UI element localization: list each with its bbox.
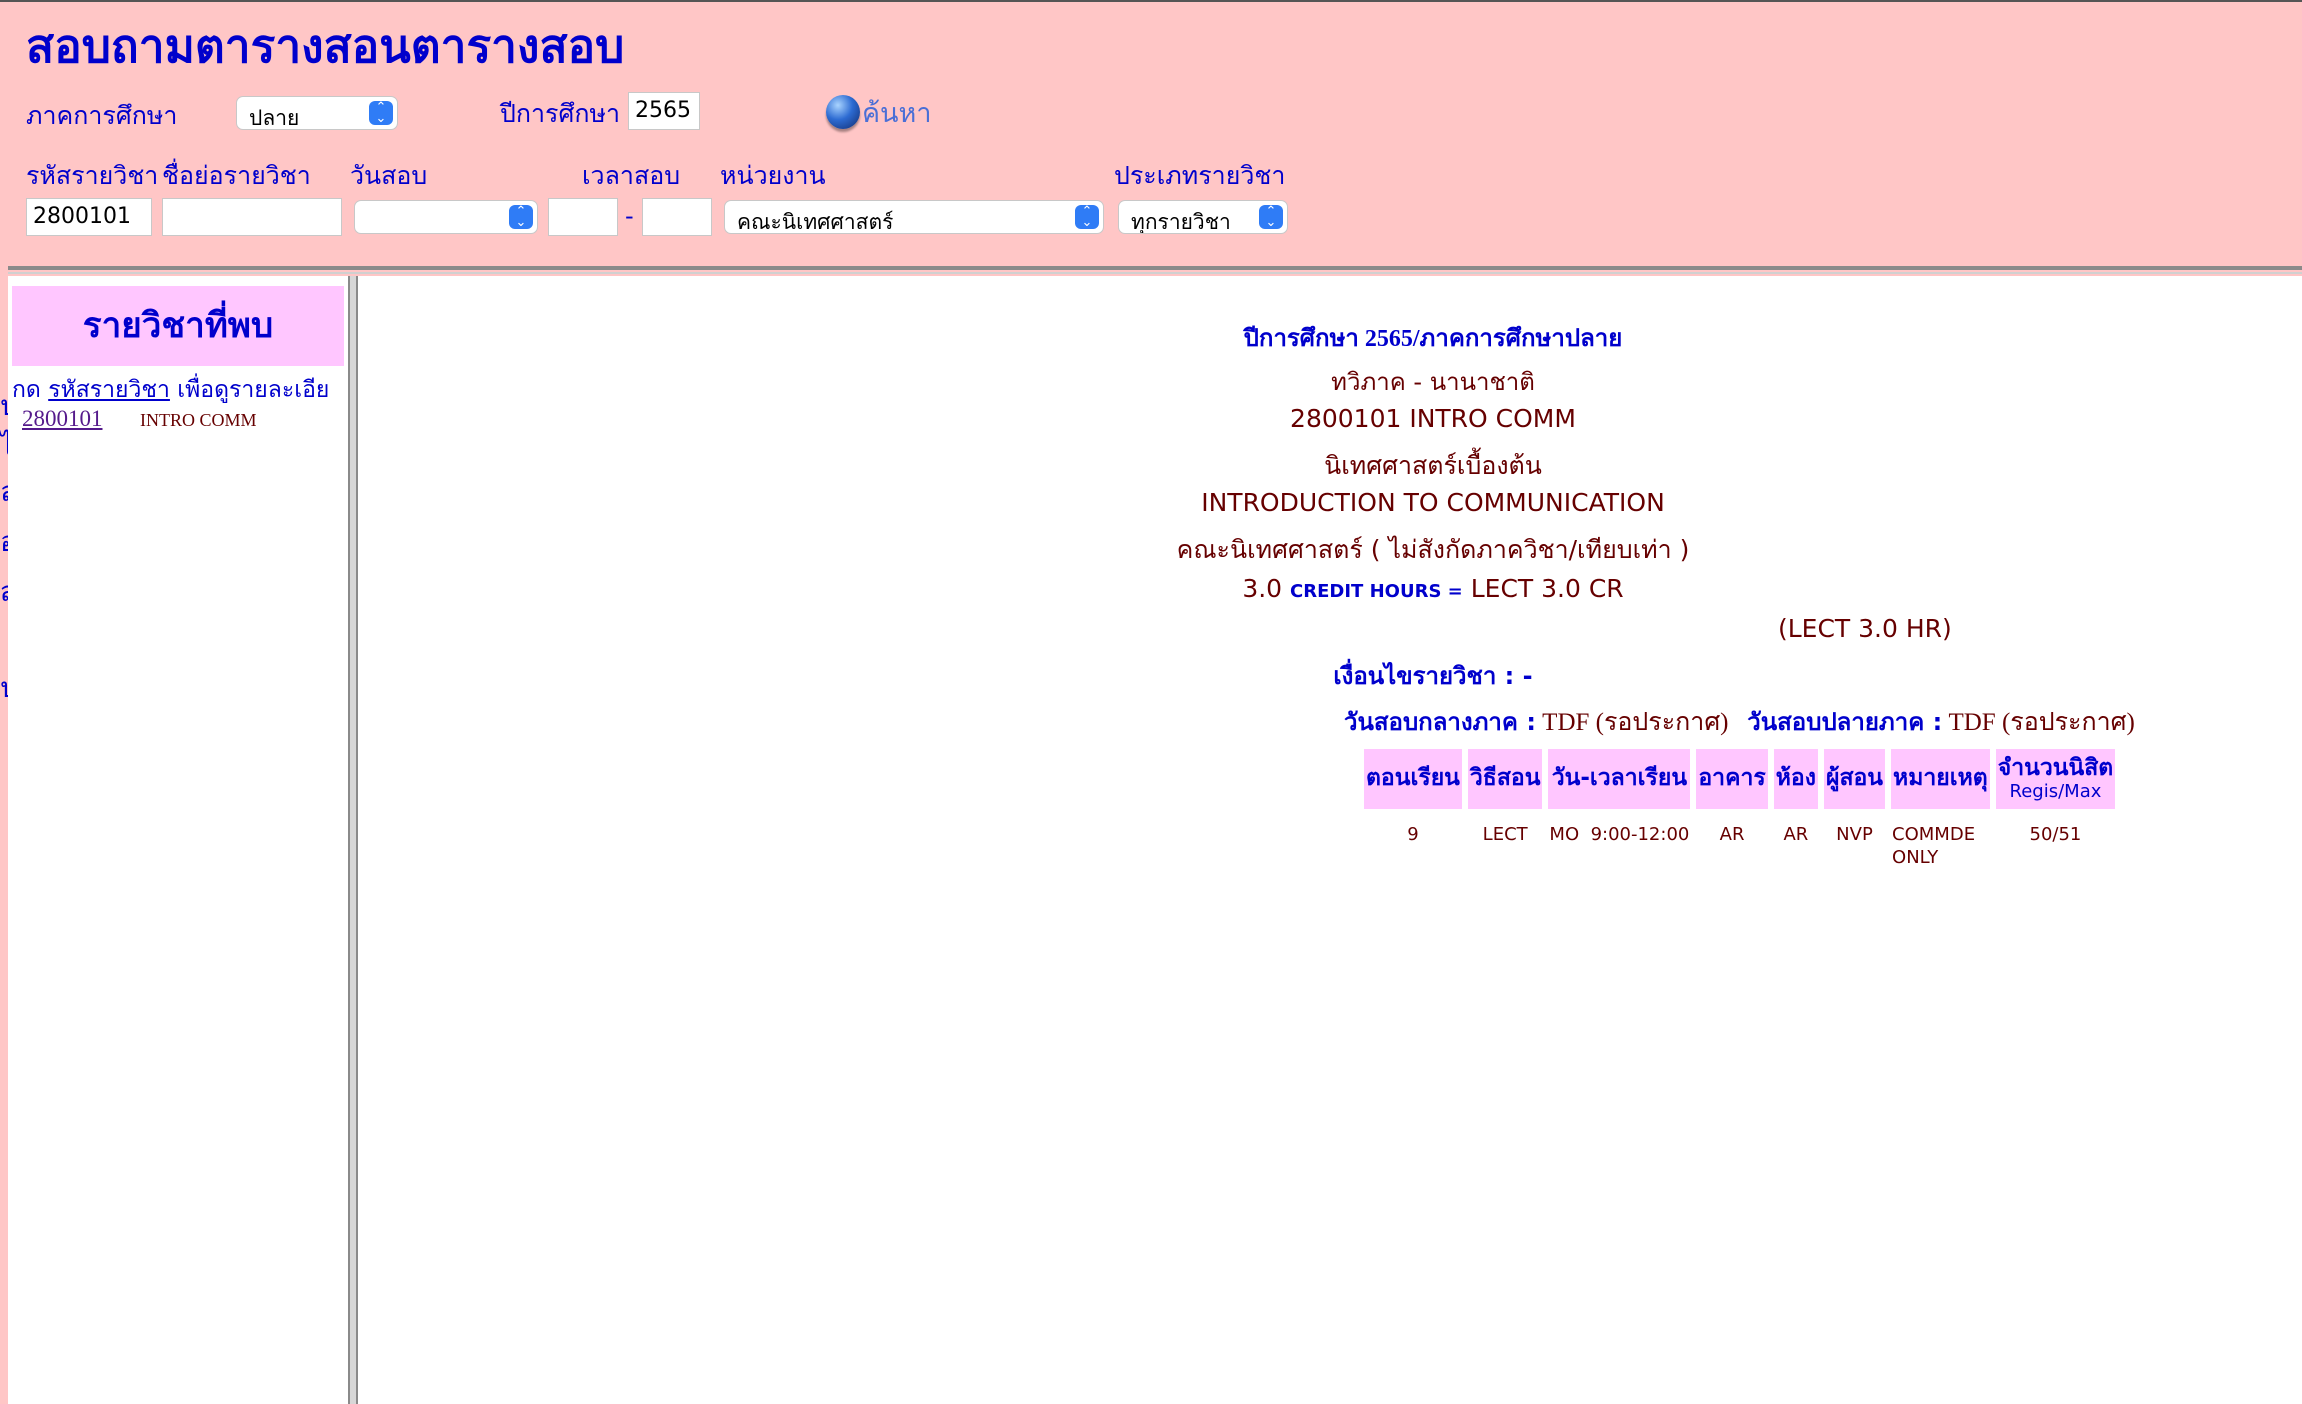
select-chevron-icon: ⌃ ⌄ xyxy=(1259,205,1283,229)
cell-note: COMMDE ONLY xyxy=(1892,824,1976,869)
semester-select[interactable]: ปลาย ⌃ ⌄ xyxy=(236,96,398,130)
credit-line: 3.0 CREDIT HOURS = LECT 3.0 CR xyxy=(900,574,1966,603)
frame-divider-shadow xyxy=(8,272,2302,274)
credit-hours-label: CREDIT HOURS = xyxy=(1290,581,1463,602)
program-type: ทวิภาค - นานาชาติ xyxy=(1331,368,1535,396)
frame-divider-horizontal[interactable] xyxy=(8,266,2302,270)
course-faculty: คณะนิเทศศาสตร์ ( ไม่สังกัดภาควิชา/เทียบเ… xyxy=(1176,535,1690,564)
results-frame: รายวิชาที่พบ กด รหัสรายวิชา เพื่อดูรายละ… xyxy=(8,276,348,1404)
table-row: 9 LECT MO 9:00-12:00 AR AR NVP COMMDE ON… xyxy=(1364,809,2115,871)
results-header: รายวิชาที่พบ xyxy=(12,286,344,366)
department-select-value: คณะนิเทศศาสตร์ xyxy=(737,210,894,234)
hour-detail: (LECT 3.0 HR) xyxy=(1778,614,1952,643)
clipped-link-glyph: ล xyxy=(0,470,8,514)
course-code-abbr: 2800101 INTRO COMM xyxy=(1290,404,1576,433)
final-label: วันสอบปลายภาค : xyxy=(1747,708,1943,736)
course-name-th: นิเทศศาสตร์เบื้องต้น xyxy=(1324,451,1542,480)
clipped-link-glyph: ส xyxy=(0,570,8,614)
result-course-abbr: INTRO COMM xyxy=(140,410,257,430)
cell-room: AR xyxy=(1783,824,1809,845)
credit-value: 3.0 xyxy=(1242,574,1283,603)
department-select[interactable]: คณะนิเทศศาสตร์ ⌃ ⌄ xyxy=(724,200,1104,234)
hidden-frame-strip: ป ไ ล อ ส ป xyxy=(0,274,8,1404)
col-day-time: วัน-เวลาเรียน xyxy=(1548,749,1691,809)
credit-detail: LECT 3.0 CR xyxy=(1470,574,1624,603)
instruction-suffix: เพื่อดูรายละเอีย xyxy=(177,377,330,403)
term-heading: ปีการศึกษา 2565/ภาคการศึกษาปลาย xyxy=(1243,326,1623,352)
cell-day-time: MO 9:00-12:00 xyxy=(1549,824,1690,845)
exam-time-to-input[interactable] xyxy=(642,198,712,236)
col-method: วิธีสอน xyxy=(1467,749,1543,809)
exam-dates: วันสอบกลางภาค : TDF (รอประกาศ) วันสอบปลา… xyxy=(1344,702,2135,742)
course-condition: เงื่อนไขรายวิชา : - xyxy=(1333,662,1533,690)
course-code-label: รหัสรายวิชา xyxy=(26,161,159,190)
col-section: ตอนเรียน xyxy=(1364,749,1462,809)
cell-instructor: NVP xyxy=(1836,824,1873,845)
semester-label: ภาคการศึกษา xyxy=(26,101,178,130)
clipped-link-glyph: ป xyxy=(0,384,8,428)
clipped-link-glyph: ป xyxy=(0,666,8,710)
course-type-select[interactable]: ทุกรายวิชา ⌃ ⌄ xyxy=(1118,200,1288,234)
course-code-input[interactable]: 2800101 xyxy=(26,198,152,236)
clipped-link-glyph: ไ xyxy=(0,429,8,462)
midterm-value: TDF (รอประกาศ) xyxy=(1542,709,1729,736)
course-abbr-label: ชื่อย่อรายวิชา xyxy=(162,161,311,190)
search-button[interactable]: ค้นหา xyxy=(826,92,931,132)
department-label: หน่วยงาน xyxy=(720,161,826,190)
col-seats-subheader: Regis/Max xyxy=(2009,780,2102,802)
sections-table: ตอนเรียน วิธีสอน วัน-เวลาเรียน อาคาร ห้อ… xyxy=(1358,749,2121,871)
select-chevron-icon: ⌃ ⌄ xyxy=(1075,205,1099,229)
select-chevron-icon: ⌃ ⌄ xyxy=(509,205,533,229)
search-button-label: ค้นหา xyxy=(862,97,932,129)
midterm-label: วันสอบกลางภาค : xyxy=(1344,708,1536,736)
frame-divider-vertical[interactable] xyxy=(348,276,358,1404)
window-top-border xyxy=(0,0,2302,2)
exam-date-label: วันสอบ xyxy=(350,161,428,190)
col-seats: จำนวนนิสิต Regis/Max xyxy=(1995,749,2116,809)
col-instructor: ผู้สอน xyxy=(1823,749,1886,809)
cell-section: 9 xyxy=(1407,824,1419,845)
exam-date-select[interactable]: ⌃ ⌄ xyxy=(354,200,538,234)
year-input[interactable]: 2565 xyxy=(628,92,700,130)
cell-seats: 50/51 xyxy=(2029,824,2082,845)
exam-time-from-input[interactable] xyxy=(548,198,618,236)
course-abbr-input[interactable] xyxy=(162,198,342,236)
col-room: ห้อง xyxy=(1773,749,1818,809)
sections-header-row: ตอนเรียน วิธีสอน วัน-เวลาเรียน อาคาร ห้อ… xyxy=(1364,749,2116,809)
page-title: สอบถามตารางสอนตารางสอบ xyxy=(26,19,625,73)
cell-method: LECT xyxy=(1482,824,1528,845)
year-label: ปีการศึกษา xyxy=(500,99,620,128)
course-type-label: ประเภทรายวิชา xyxy=(1114,161,1286,190)
course-type-select-value: ทุกรายวิชา xyxy=(1131,210,1231,234)
final-value: TDF (รอประกาศ) xyxy=(1948,709,2135,736)
select-chevron-icon: ⌃ ⌄ xyxy=(369,101,393,125)
exam-time-label: เวลาสอบ xyxy=(582,161,681,190)
instruction-keyword: รหัสรายวิชา xyxy=(48,377,170,403)
results-instruction: กด รหัสรายวิชา เพื่อดูรายละเอีย xyxy=(12,372,357,408)
semester-select-value: ปลาย xyxy=(249,106,300,130)
cell-building: AR xyxy=(1719,824,1745,845)
course-name-en: INTRODUCTION TO COMMUNICATION xyxy=(1201,488,1665,517)
exam-time-separator: - xyxy=(625,202,634,230)
result-course-code-link[interactable]: 2800101 xyxy=(22,406,103,432)
instruction-prefix: กด xyxy=(12,377,41,403)
clipped-link-glyph: อ xyxy=(0,520,8,564)
col-seats-label: จำนวนนิสิต xyxy=(1997,755,2114,782)
col-note: หมายเหตุ xyxy=(1891,749,1990,809)
globe-icon xyxy=(826,95,860,129)
col-building: อาคาร xyxy=(1696,749,1768,809)
